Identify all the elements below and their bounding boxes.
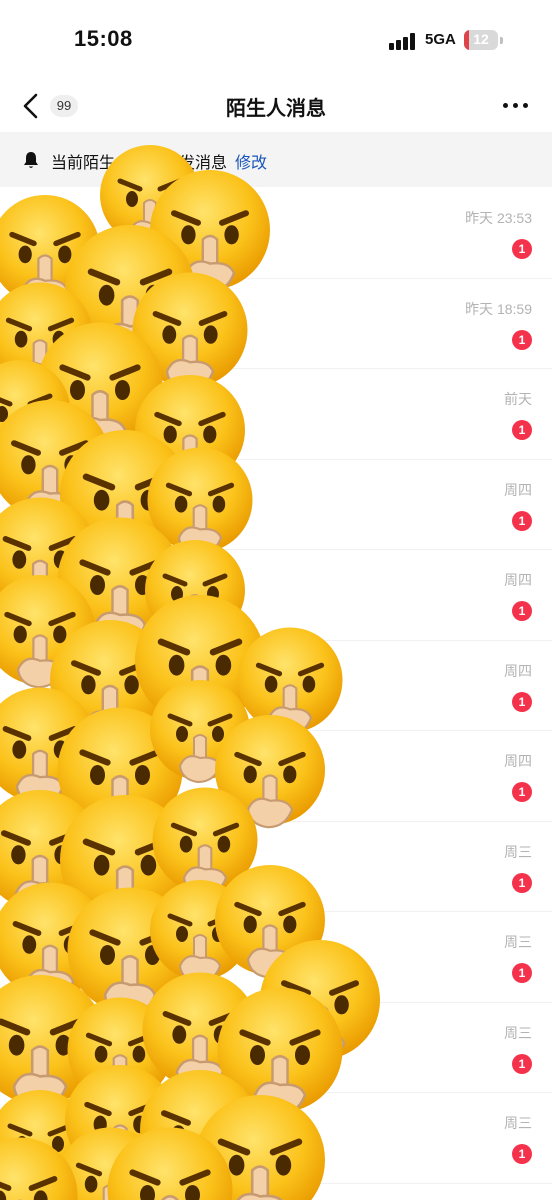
more-dot-icon [503, 103, 508, 108]
message-time: 周四 [504, 753, 532, 769]
bell-icon [24, 152, 38, 168]
notice-text: 当前陌生人可给你发消息 [51, 153, 228, 172]
network-type: 5GA [425, 31, 456, 48]
battery-level: 12 [473, 31, 489, 47]
unread-badge: 1 [512, 510, 532, 531]
unread-badge: 1 [512, 601, 532, 621]
message-time: 周四 [504, 662, 532, 679]
message-time: 周四 [504, 481, 532, 498]
list-item[interactable]: 周四 1 [0, 731, 552, 822]
unread-badge: 1 [512, 1144, 532, 1164]
notice-text-wrap: 当前陌生人可给你发消息 修改 [51, 149, 267, 173]
page-title: 陌生人消息 [226, 96, 326, 120]
message-time: 周三 [504, 1024, 532, 1041]
message-time: 周三 [504, 1115, 532, 1131]
list-item[interactable]: 昨天 23:53 1 [0, 188, 552, 279]
list-item[interactable]: 周四 1 [0, 641, 552, 731]
message-time: 周三 [504, 934, 532, 950]
list-item[interactable]: 周四 1 [0, 460, 552, 550]
status-bar: 15:08 5GA 12 [0, 0, 552, 80]
unread-badge: 1 [512, 963, 532, 983]
list-item[interactable]: 周四 1 [0, 550, 552, 641]
message-list: 昨天 23:53 1 昨天 18:59 1 前天 1 周四 1 周四 1 周四 1 周四 1 … [0, 188, 552, 1184]
more-dot-icon [523, 103, 528, 108]
cellular-signal-icon [389, 32, 417, 50]
unread-badge: 1 [512, 691, 532, 712]
list-item[interactable]: 昨天 18:59 1 [0, 279, 552, 369]
unread-badge: 1 [512, 420, 532, 440]
more-dot-icon [513, 103, 518, 108]
nav-bar: 99 陌生人消息 [0, 80, 552, 132]
message-time: 昨天 18:59 [465, 300, 532, 317]
unread-badge: 1 [512, 872, 532, 893]
list-item[interactable]: 周三 1 [0, 822, 552, 912]
message-time: 昨天 23:53 [465, 210, 532, 226]
unread-badge: 1 [512, 1053, 532, 1074]
modify-link[interactable]: 修改 [235, 153, 267, 172]
unread-badge: 1 [512, 239, 532, 259]
unread-badge: 1 [512, 329, 532, 350]
list-item[interactable]: 周三 1 [0, 1093, 552, 1184]
status-time: 15:08 [74, 26, 133, 51]
battery-icon: 12 [464, 30, 498, 50]
battery-nub [500, 37, 503, 44]
list-item[interactable]: 前天 1 [0, 369, 552, 460]
privacy-notice-bar: 当前陌生人可给你发消息 修改 [0, 132, 552, 187]
message-time: 周四 [504, 572, 532, 588]
more-options-button[interactable] [500, 94, 532, 116]
message-time: 周三 [504, 843, 532, 860]
message-time: 前天 [504, 391, 532, 407]
list-item[interactable]: 周三 1 [0, 1003, 552, 1093]
unread-badge: 1 [512, 782, 532, 802]
list-item[interactable]: 周三 1 [0, 912, 552, 1003]
